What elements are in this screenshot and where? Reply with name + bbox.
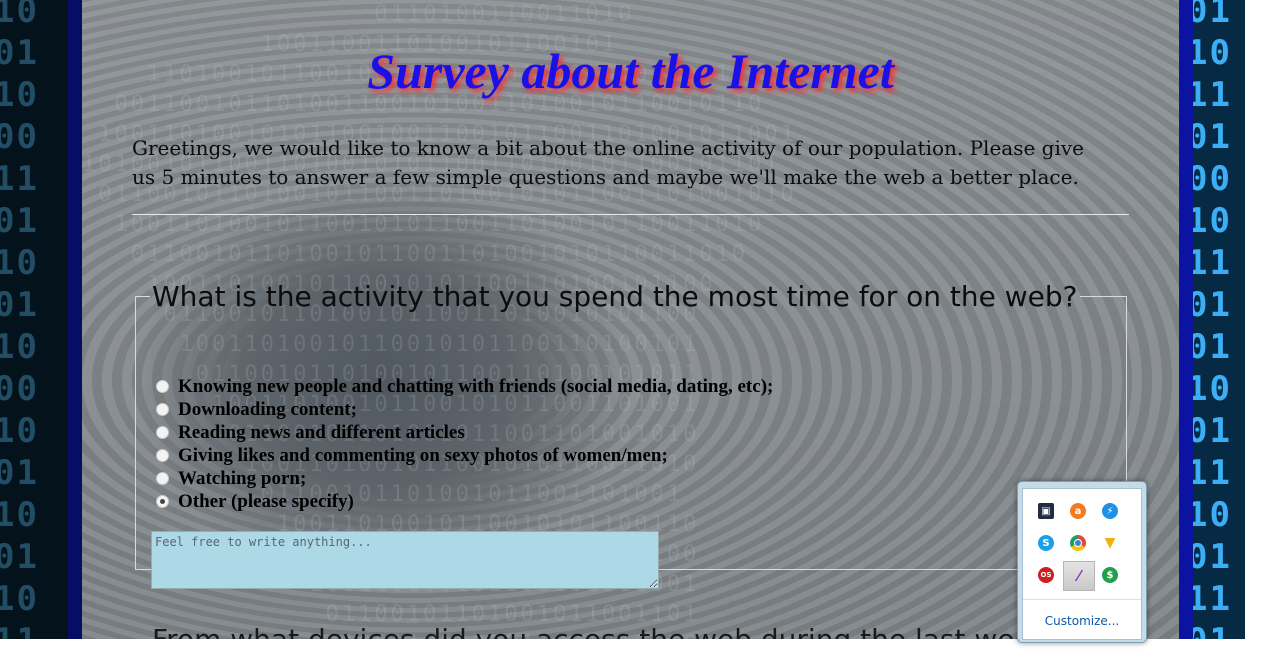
question-devices-fieldset: From what devices did you access the web… — [135, 623, 1127, 639]
background-left-binary: 10 01 10 00 11 01 10 01 10 00 10 01 10 0… — [0, 0, 68, 639]
option-likes-commenting[interactable]: Giving likes and commenting on sexy phot… — [156, 444, 773, 467]
page-frame-right — [1179, 0, 1193, 639]
option-downloading[interactable]: Downloading content; — [156, 398, 773, 421]
option-watching-porn[interactable]: Watching porn; — [156, 467, 773, 490]
option-label: Watching porn; — [178, 467, 307, 489]
option-label: Knowing new people and chatting with fri… — [178, 375, 774, 397]
radio-button-selected[interactable] — [156, 495, 169, 508]
dollar-icon[interactable]: $ — [1095, 561, 1125, 589]
radio-button[interactable] — [156, 403, 169, 416]
option-reading-news[interactable]: Reading news and different articles — [156, 421, 773, 444]
radio-button[interactable] — [156, 380, 169, 393]
tray-panel: ▣ a ⚡ S ▼ OS ⁄ $ Customize... — [1022, 488, 1142, 640]
tray-separator — [1023, 599, 1141, 600]
customize-link[interactable]: Customize... — [1023, 614, 1141, 628]
skype-icon[interactable]: S — [1031, 529, 1061, 557]
chrome-icon[interactable] — [1063, 529, 1093, 557]
question-activity-fieldset: What is the activity that you spend the … — [135, 280, 1127, 589]
radio-button[interactable] — [156, 472, 169, 485]
intro-text: Greetings, we would like to know a bit a… — [132, 136, 1085, 189]
background-right-binary: 01 10 11 01 00 10 11 01 01 10 01 11 10 0… — [1193, 0, 1245, 639]
other-specify-textarea[interactable] — [151, 531, 659, 589]
divider — [132, 214, 1129, 215]
pen-icon[interactable]: ⁄ — [1063, 561, 1095, 591]
option-label: Reading news and different articles — [178, 421, 465, 443]
notification-tray-flyout: ▣ a ⚡ S ▼ OS ⁄ $ Customize... — [1017, 481, 1147, 643]
radio-button[interactable] — [156, 426, 169, 439]
lastpass-icon[interactable]: OS — [1031, 561, 1061, 589]
sweater-icon[interactable]: ▼ — [1095, 529, 1125, 557]
avast-icon[interactable]: a — [1063, 497, 1093, 525]
option-label: Other (please specify) — [178, 490, 354, 512]
question-activity-legend: What is the activity that you spend the … — [152, 280, 1078, 313]
option-social-media[interactable]: Knowing new people and chatting with fri… — [156, 375, 773, 398]
option-other[interactable]: Other (please specify) — [156, 490, 773, 513]
question-devices-legend: From what devices did you access the web… — [150, 623, 1065, 639]
monitor-tray-icon[interactable]: ▣ — [1031, 497, 1061, 525]
activity-options: Knowing new people and chatting with fri… — [156, 375, 773, 513]
option-label: Downloading content; — [178, 398, 357, 420]
page-title: Survey about the Internet — [367, 43, 894, 99]
page-frame-left — [68, 0, 82, 639]
lightning-icon[interactable]: ⚡ — [1095, 497, 1125, 525]
option-label: Giving likes and commenting on sexy phot… — [178, 444, 668, 466]
radio-button[interactable] — [156, 449, 169, 462]
survey-page: 0110100110011010 1001100110100101100101 … — [82, 0, 1179, 639]
